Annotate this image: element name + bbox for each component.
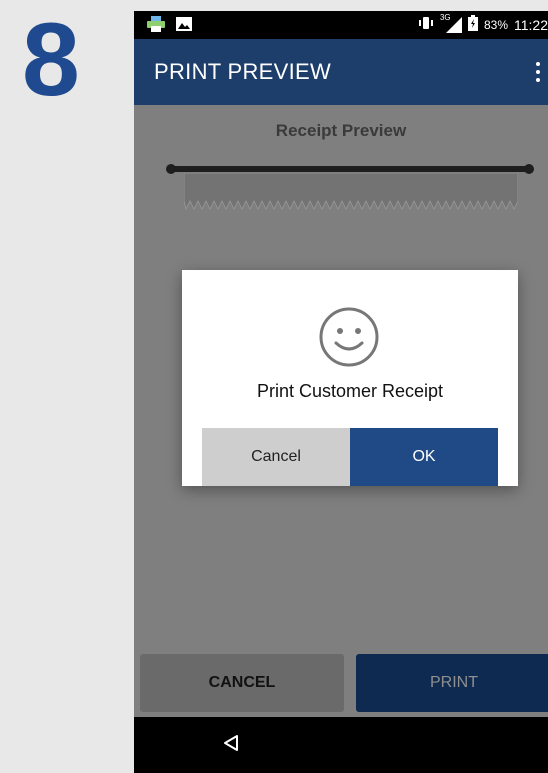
receipt-preview-title: Receipt Preview: [275, 121, 407, 140]
overflow-menu-icon[interactable]: [532, 59, 544, 85]
battery-percent: 83%: [483, 17, 508, 32]
print-button-label: PRINT: [430, 674, 478, 691]
dialog-cancel-button[interactable]: Cancel: [202, 428, 350, 486]
status-notifications: [146, 15, 192, 33]
dialog-ok-button[interactable]: OK: [350, 428, 498, 486]
status-system: 3G 83% 11:22: [418, 13, 548, 34]
cancel-button-label: CANCEL: [208, 674, 276, 691]
print-receipt-dialog: Print Customer Receipt Cancel OK: [182, 270, 518, 486]
smiley-icon: [319, 307, 379, 367]
page-title: PRINT PREVIEW: [154, 59, 332, 84]
app-bar: PRINT PREVIEW: [134, 39, 548, 105]
back-triangle-icon[interactable]: [222, 734, 240, 752]
dialog-message: Print Customer Receipt: [256, 381, 444, 401]
dialog-cancel-label: Cancel: [251, 448, 301, 465]
signal-3g-icon: 3G: [440, 13, 462, 33]
printer-icon: [146, 15, 166, 33]
print-button[interactable]: PRINT: [356, 654, 548, 712]
navigation-bar: [134, 717, 548, 773]
phone-screen: 3G 83% 11:22 PRINT PREVIEW Receipt Previ…: [134, 11, 548, 773]
vibrate-icon: [418, 16, 434, 33]
battery-icon: [467, 15, 478, 34]
status-bar: 3G 83% 11:22: [134, 11, 548, 39]
receipt-paper: [184, 173, 518, 211]
dialog-ok-label: OK: [412, 448, 436, 465]
cancel-button[interactable]: CANCEL: [140, 654, 344, 712]
clock: 11:22: [514, 16, 548, 33]
image-icon: [176, 17, 192, 31]
signal-label: 3G: [439, 12, 451, 22]
step-number: 8: [22, 2, 80, 118]
